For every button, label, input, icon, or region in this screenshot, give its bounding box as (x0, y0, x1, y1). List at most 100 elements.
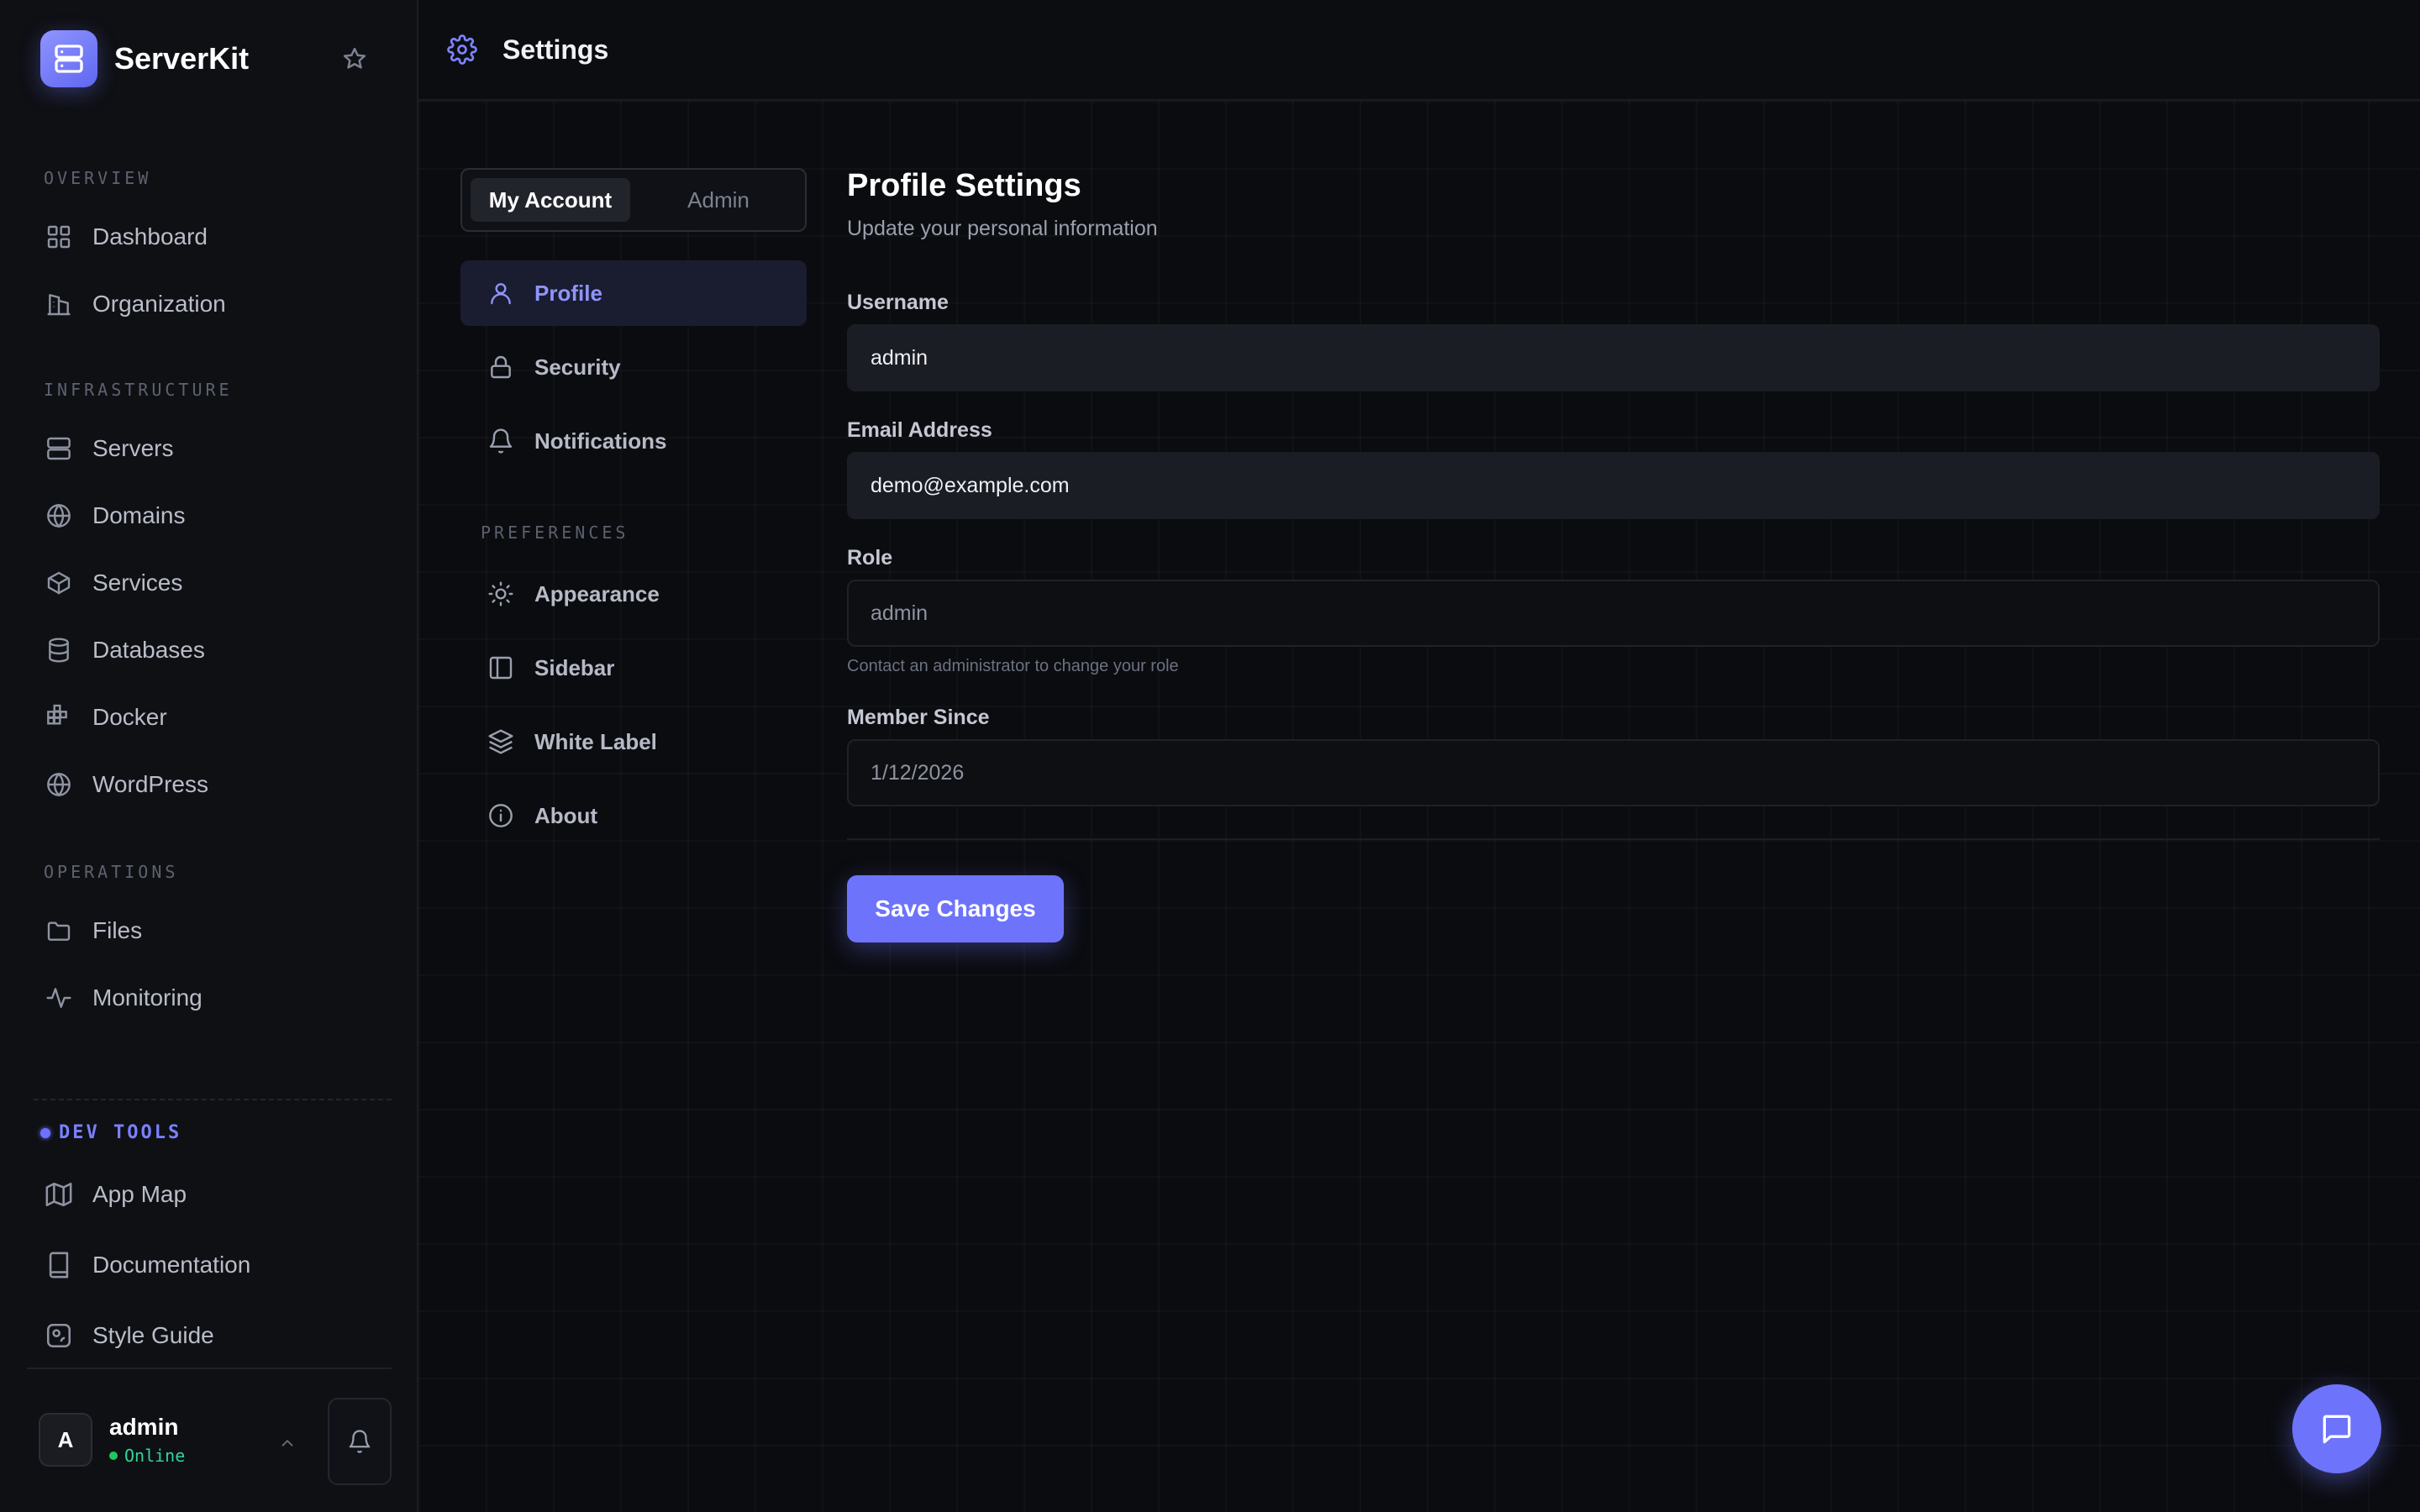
layers-icon (486, 727, 516, 757)
sidebar-item-label: Databases (92, 637, 205, 663)
sidebar-item-label: Files (92, 917, 143, 943)
sidebar-item-servers[interactable]: Servers (34, 422, 387, 475)
wordpress-icon (44, 769, 74, 800)
section-label-infrastructure: INFRASTRUCTURE (44, 380, 233, 400)
sidebar-item-monitoring[interactable]: Monitoring (34, 971, 387, 1025)
sidebar-icon (486, 653, 516, 683)
sidebar-item-label: Dashboard (92, 223, 208, 249)
sidebar-item-label: Style Guide (92, 1322, 214, 1348)
sidebar-footer-divider (27, 1368, 392, 1369)
sidebar-item-documentation[interactable]: Documentation (34, 1238, 387, 1292)
settings-nav-label: White Label (534, 728, 657, 754)
user-name: admin (109, 1414, 179, 1440)
settings-nav-notifications[interactable]: Notifications (460, 408, 807, 474)
user-icon (486, 278, 516, 308)
member-since-label: Member Since (847, 706, 990, 729)
sidebar-item-databases[interactable]: Databases (34, 623, 387, 677)
sidebar-item-files[interactable]: Files (34, 904, 387, 958)
activity-icon (44, 983, 74, 1013)
bell-icon (347, 1429, 372, 1454)
settings-nav-sidebar[interactable]: Sidebar (460, 635, 807, 701)
settings-nav-label: Profile (534, 280, 602, 306)
settings-nav-label: Security (534, 354, 621, 380)
database-icon (44, 635, 74, 665)
form-divider (847, 838, 2380, 840)
username-label: Username (847, 291, 949, 314)
sidebar-item-label: Servers (92, 435, 174, 461)
sidebar-item-wordpress[interactable]: WordPress (34, 758, 387, 811)
docker-icon (44, 702, 74, 732)
sidebar-item-docker[interactable]: Docker (34, 690, 387, 744)
sidebar-item-services[interactable]: Services (34, 556, 387, 610)
tab-admin[interactable]: Admin (639, 178, 798, 222)
sidebar-item-label: App Map (92, 1181, 187, 1207)
settings-nav-appearance[interactable]: Appearance (460, 561, 807, 627)
section-label-preferences: PREFERENCES (481, 522, 629, 543)
section-label-overview: OVERVIEW (44, 168, 152, 188)
chevron-up-icon[interactable] (274, 1430, 301, 1457)
sidebar-item-style-guide[interactable]: Style Guide (34, 1309, 387, 1362)
settings-nav-about[interactable]: About (460, 783, 807, 848)
user-status-text: Online (124, 1446, 186, 1466)
email-label: Email Address (847, 418, 992, 442)
sidebar-item-label: Domains (92, 502, 186, 528)
bell-icon (486, 426, 516, 456)
role-hint: Contact an administrator to change your … (847, 657, 1179, 675)
settings-nav-label: Sidebar (534, 654, 615, 680)
user-meta: admin Online (109, 1414, 185, 1466)
member-since-field: 1/12/2026 (847, 739, 2380, 806)
settings-nav-label: Appearance (534, 580, 660, 606)
sidebar-item-dashboard[interactable]: Dashboard (34, 210, 387, 264)
sun-icon (486, 579, 516, 609)
role-label: Role (847, 546, 893, 570)
settings-nav-white-label[interactable]: White Label (460, 709, 807, 774)
sidebar-item-organization[interactable]: Organization (34, 277, 387, 331)
sidebar-divider (34, 1099, 392, 1100)
settings-tabs: My Account Admin (460, 168, 807, 232)
star-icon[interactable] (339, 44, 370, 74)
grid-icon (44, 222, 74, 252)
settings-nav-profile[interactable]: Profile (460, 260, 807, 326)
devtools-indicator-icon (40, 1127, 50, 1138)
chat-icon (2318, 1410, 2355, 1447)
folder-icon (44, 916, 74, 946)
serverkit-logo-icon (40, 30, 97, 87)
lock-icon (486, 352, 516, 382)
email-field[interactable]: demo@example.com (847, 452, 2380, 519)
brand[interactable]: ServerKit (40, 30, 249, 87)
app-name: ServerKit (114, 41, 250, 76)
page-title: Settings (502, 34, 609, 65)
sidebar-item-domains[interactable]: Domains (34, 489, 387, 543)
save-button[interactable]: Save Changes (847, 875, 1064, 942)
sidebar-item-label: WordPress (92, 771, 208, 797)
online-dot-icon (109, 1452, 118, 1460)
username-field[interactable]: admin (847, 324, 2380, 391)
section-label-operations: OPERATIONS (44, 862, 179, 882)
tab-my-account[interactable]: My Account (471, 178, 630, 222)
sidebar-item-label: Documentation (92, 1252, 251, 1278)
notifications-button[interactable] (328, 1398, 392, 1485)
server-icon (44, 433, 74, 464)
globe-icon (44, 501, 74, 531)
settings-nav-label: About (534, 802, 598, 828)
role-field: admin (847, 580, 2380, 647)
avatar: A (39, 1413, 92, 1467)
sidebar-item-label: Organization (92, 291, 226, 317)
user-menu[interactable]: A admin Online (39, 1413, 185, 1467)
user-status: Online (109, 1446, 185, 1466)
chat-button[interactable] (2292, 1384, 2381, 1473)
building-icon (44, 289, 74, 319)
settings-nav-label: Notifications (534, 428, 667, 454)
info-icon (486, 801, 516, 831)
book-icon (44, 1250, 74, 1280)
box-icon (44, 568, 74, 598)
settings-nav-security[interactable]: Security (460, 334, 807, 400)
section-subtitle: Update your personal information (847, 217, 1158, 240)
sidebar-item-label: Docker (92, 704, 167, 730)
devtools-label-text: DEV TOOLS (59, 1122, 182, 1143)
sidebar: ServerKit OVERVIEW Dashboard Organizatio… (0, 0, 418, 1512)
section-title: Profile Settings (847, 168, 1081, 203)
sidebar-item-app-map[interactable]: App Map (34, 1168, 387, 1221)
gear-icon (447, 34, 477, 65)
sidebar-item-label: Monitoring (92, 984, 203, 1011)
